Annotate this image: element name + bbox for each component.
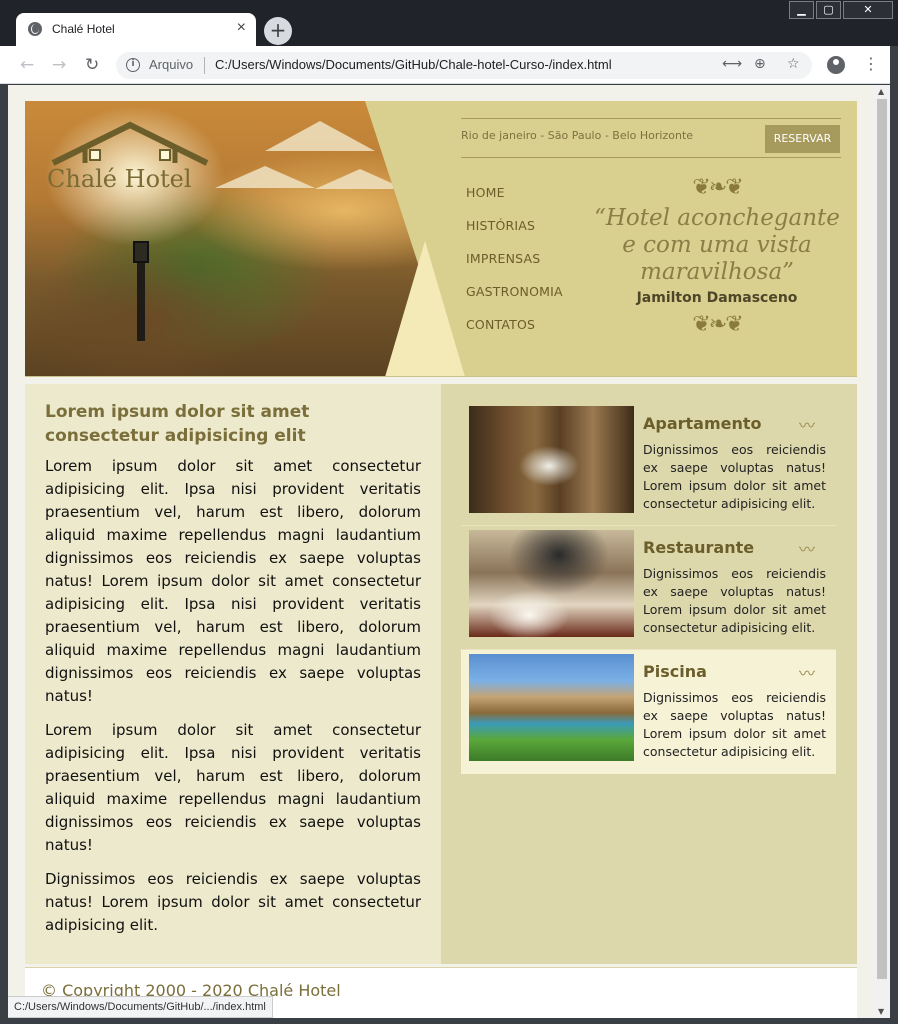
testimonial: ❦❧❦ “Hotel aconchegante e com uma vista … [587, 175, 847, 337]
address-separator [204, 57, 205, 74]
card-title: Apartamento [643, 414, 762, 433]
site-header: Chalé Hotel Rio de janeiro - São Paulo -… [25, 101, 857, 377]
browser-title-bar: ▁ ▢ ✕ Chalé Hotel × + [0, 0, 898, 46]
card-text: Dignissimos eos reiciendis ex saepe volu… [643, 442, 826, 511]
profile-icon[interactable] [827, 56, 845, 74]
status-bar-url: C:/Users/Windows/Documents/GitHub/.../in… [8, 996, 273, 1018]
pool-image [469, 654, 634, 761]
window-border [890, 46, 898, 1024]
translate-icon[interactable]: ⟷ [722, 56, 742, 72]
url-text[interactable]: C:/Users/Windows/Documents/GitHub/Chale-… [215, 57, 612, 72]
main-article: Lorem ipsum dolor sit amet consectetur a… [25, 384, 441, 964]
menu-item-historias[interactable]: HISTÓRIAS [466, 218, 586, 233]
menu-item-home[interactable]: HOME [466, 185, 586, 200]
browser-tab[interactable]: Chalé Hotel × [16, 13, 256, 46]
article-paragraph: Lorem ipsum dolor sit amet consectetur a… [45, 457, 421, 705]
card-apartamento[interactable]: Apartamento 〰 Dignissimos eos reiciendis… [461, 402, 836, 526]
testimonial-quote: “Hotel aconchegante e com uma vista mara… [594, 205, 840, 285]
zoom-icon[interactable]: ⊕ [754, 56, 766, 72]
card-title: Piscina [643, 662, 707, 681]
menu-item-gastronomia[interactable]: GASTRONOMIA [466, 284, 586, 299]
menu-item-contatos[interactable]: CONTATOS [466, 317, 586, 332]
article-heading: Lorem ipsum dolor sit amet consectetur a… [45, 402, 310, 446]
scroll-up-icon[interactable]: ▲ [878, 87, 884, 96]
maximize-button[interactable]: ▢ [816, 1, 841, 19]
card-restaurante[interactable]: Restaurante 〰 Dignissimos eos reiciendis… [461, 526, 836, 650]
testimonial-author: Jamilton Damasceno [636, 290, 798, 306]
ornament-icon: ❦❧❦ [692, 312, 743, 337]
window-border [0, 1018, 898, 1024]
browser-toolbar: ← → ↻ i Arquivo C:/Users/Windows/Documen… [0, 46, 898, 84]
tab-title: Chalé Hotel [52, 22, 115, 36]
window-close-button[interactable]: ✕ [843, 1, 893, 19]
content-area: Lorem ipsum dolor sit amet consectetur a… [25, 384, 857, 964]
new-tab-button[interactable]: + [264, 17, 292, 45]
ornament-icon: ❦❧❦ [692, 175, 743, 200]
main-menu: HOME HISTÓRIAS IMPRENSAS GASTRONOMIA CON… [466, 185, 586, 350]
header-divider [461, 118, 841, 119]
card-piscina[interactable]: Piscina 〰 Dignissimos eos reiciendis ex … [461, 650, 836, 774]
browser-menu-icon[interactable]: ⋮ [863, 54, 879, 73]
sidebar: Apartamento 〰 Dignissimos eos reiciendis… [461, 402, 836, 774]
minimize-button[interactable]: ▁ [789, 1, 814, 19]
scroll-down-icon[interactable]: ▼ [878, 1007, 884, 1016]
article-paragraph: Dignissimos eos reiciendis ex saepe volu… [45, 870, 421, 934]
card-title: Restaurante [643, 538, 755, 557]
tab-close-icon[interactable]: × [237, 19, 246, 37]
logo-text: Chalé Hotel [47, 165, 192, 193]
apartment-image [469, 406, 634, 513]
hotel-logo[interactable]: Chalé Hotel [45, 119, 215, 199]
restaurant-image [469, 530, 634, 637]
page-viewport: Chalé Hotel Rio de janeiro - São Paulo -… [8, 85, 874, 1018]
wave-icon: 〰 [799, 664, 816, 683]
cities-text: Rio de janeiro - São Paulo - Belo Horizo… [461, 129, 694, 142]
address-bar[interactable]: i Arquivo C:/Users/Windows/Documents/Git… [116, 52, 812, 79]
vertical-scrollbar[interactable]: ▲ ▼ [874, 85, 890, 1018]
reserve-button[interactable]: RESERVAR [765, 125, 840, 153]
bookmark-star-icon[interactable]: ☆ [787, 56, 800, 72]
scrollbar-thumb[interactable] [877, 99, 887, 979]
menu-item-imprensas[interactable]: IMPRENSAS [466, 251, 586, 266]
reload-icon[interactable]: ↻ [85, 55, 99, 75]
card-text: Dignissimos eos reiciendis ex saepe volu… [643, 690, 826, 759]
scheme-label: Arquivo [149, 57, 194, 72]
card-text: Dignissimos eos reiciendis ex saepe volu… [643, 566, 826, 635]
window-border [0, 84, 8, 1024]
info-icon[interactable]: i [126, 58, 140, 72]
house-logo-icon [51, 121, 209, 166]
globe-icon [28, 22, 42, 36]
article-paragraph: Lorem ipsum dolor sit amet consectetur a… [45, 721, 421, 854]
wave-icon: 〰 [799, 416, 816, 435]
header-divider [461, 157, 841, 158]
forward-icon[interactable]: → [52, 55, 66, 75]
wave-icon: 〰 [799, 540, 816, 559]
back-icon[interactable]: ← [20, 55, 34, 75]
